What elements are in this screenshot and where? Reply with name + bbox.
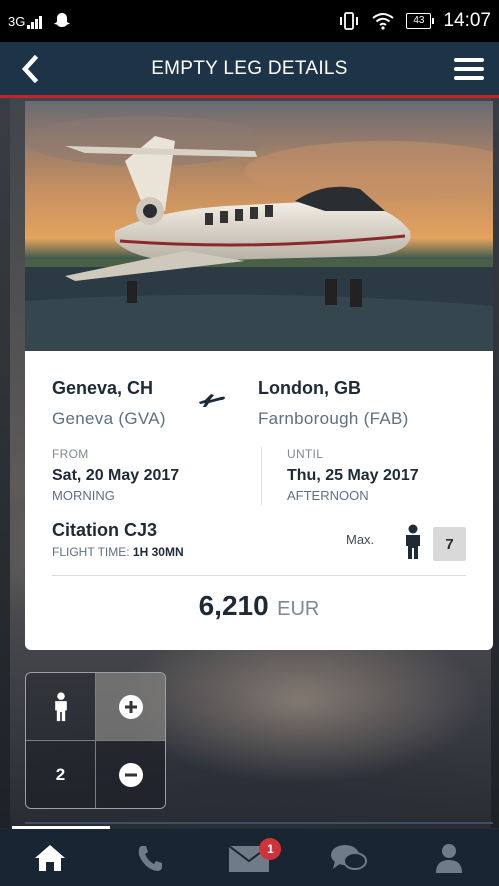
passenger-count: 2: [26, 741, 96, 808]
menu-button[interactable]: [439, 41, 499, 97]
from-daypart: MORNING: [52, 488, 115, 503]
nav-chat[interactable]: [299, 829, 399, 886]
minus-icon: [119, 763, 143, 787]
chat-icon: [331, 844, 368, 870]
from-date: Sat, 20 May 2017: [52, 467, 180, 484]
origin-airport: Geneva (GVA): [52, 409, 166, 428]
until-label: UNTIL: [287, 447, 324, 461]
empty-leg-card: Geneva, CH Geneva (GVA) London, GB Farnb…: [25, 101, 493, 650]
back-button[interactable]: [0, 41, 60, 97]
profile-icon: [436, 843, 463, 873]
left-frame: [0, 98, 10, 828]
network-indicator: 3G: [8, 13, 43, 29]
back-arrow-icon: [21, 54, 39, 83]
hamburger-menu-icon: [454, 57, 484, 80]
content-bottom-line: [25, 822, 493, 824]
until-daypart: AFTERNOON: [287, 488, 369, 503]
ghost-notification-icon: [54, 13, 71, 27]
from-label: FROM: [52, 447, 89, 461]
clock: 14:07: [443, 10, 491, 31]
destination-city: London, GB: [258, 378, 361, 398]
home-icon: [34, 844, 65, 871]
stepper-passenger-cell: [26, 673, 96, 741]
until-date: Thu, 25 May 2017: [287, 467, 419, 484]
route: Geneva, CH Geneva (GVA) London, GB Farnb…: [52, 378, 472, 438]
bottom-navigation: 1: [0, 829, 499, 886]
passenger-stepper: 2: [25, 672, 166, 809]
phone-icon: [138, 845, 162, 871]
flight-time-value: 1H 30MN: [132, 545, 184, 559]
nav-phone[interactable]: [100, 829, 200, 886]
status-bar: 3G 43 14:07: [0, 0, 499, 42]
nav-profile[interactable]: [399, 829, 499, 886]
plane-icon: [199, 394, 225, 407]
origin-city: Geneva, CH: [52, 378, 154, 398]
price: 6,210 EUR: [25, 590, 493, 622]
increase-passengers-button[interactable]: [96, 673, 165, 741]
price-currency: EUR: [277, 598, 320, 620]
destination-airport: Farnborough (FAB): [258, 409, 409, 428]
aircraft-photo: [25, 101, 493, 351]
passenger-icon: [406, 524, 420, 559]
plus-icon: [119, 694, 143, 719]
nav-messages[interactable]: 1: [200, 829, 300, 886]
flight-time: FLIGHT TIME: 1H 30MN: [52, 545, 184, 559]
network-type: 3G: [8, 13, 26, 29]
app-bar: EMPTY LEG DETAILS: [0, 42, 499, 98]
passenger-icon: [54, 691, 67, 721]
wifi-icon: [372, 13, 394, 30]
signal-icon: [27, 15, 43, 29]
unread-badge: 1: [259, 838, 282, 860]
decrease-passengers-button[interactable]: [96, 741, 165, 808]
page-title: EMPTY LEG DETAILS: [151, 57, 348, 79]
max-passengers: 7: [433, 527, 466, 561]
battery-indicator: 43: [406, 13, 435, 29]
price-value: 6,210: [198, 590, 269, 621]
aircraft-model: Citation CJ3: [52, 520, 158, 540]
nav-home[interactable]: [0, 829, 100, 886]
max-label: Max.: [346, 532, 375, 547]
flight-time-label: FLIGHT TIME:: [52, 545, 130, 559]
vibrate-icon: [340, 12, 359, 30]
date-divider: [261, 447, 262, 505]
price-divider: [52, 575, 466, 576]
